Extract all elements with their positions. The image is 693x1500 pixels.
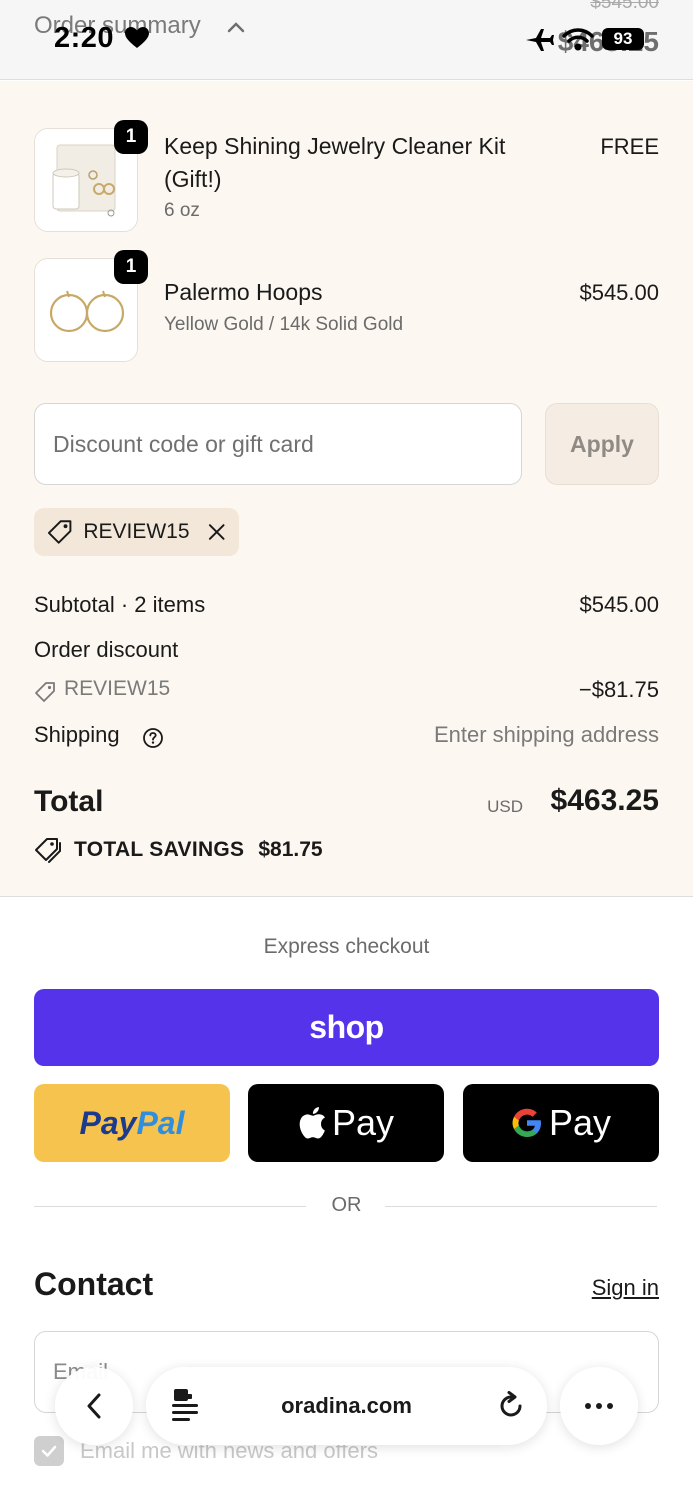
heart-icon <box>125 27 149 48</box>
subtotal-value: $545.00 <box>579 592 659 617</box>
item-name: Keep Shining Jewelry Cleaner Kit (Gift!) <box>164 133 506 192</box>
item-variant: Yellow Gold / 14k Solid Gold <box>164 314 404 335</box>
savings-value: $81.75 <box>258 838 323 861</box>
airplane-icon <box>526 29 554 51</box>
shipping-row: Shipping Enter shipping address <box>34 722 659 754</box>
tag-icon <box>47 520 72 544</box>
order-discount-row: Order discount <box>34 637 659 669</box>
total-label: Total <box>34 785 104 818</box>
contact-heading: Contact <box>34 1266 154 1302</box>
apple-pay-label: Pay <box>331 1102 395 1143</box>
tag-icon <box>35 682 55 702</box>
order-discount-label: Order discount <box>34 637 179 662</box>
item-variant: 6 oz <box>164 200 200 221</box>
express-checkout-title: Express checkout <box>263 935 430 958</box>
original-price: $545.00 <box>590 0 659 13</box>
paypal-logo-part: Pay <box>79 1104 137 1141</box>
item-name: Palermo Hoops <box>164 279 323 305</box>
browser-more-button[interactable] <box>560 1367 638 1445</box>
wifi-icon <box>562 28 594 51</box>
applied-discount-chip: REVIEW15 <box>34 508 239 556</box>
google-pay-label: Pay <box>548 1102 612 1143</box>
discount-code-name: REVIEW15 <box>64 677 171 700</box>
address-bar[interactable]: oradina.com <box>146 1367 547 1445</box>
reload-icon[interactable] <box>496 1391 526 1421</box>
or-divider: OR <box>34 1192 659 1220</box>
tags-icon <box>35 838 61 863</box>
item-price: $545.00 <box>579 280 659 305</box>
paypal-logo: PayPal <box>80 1105 185 1142</box>
battery-icon: 93 <box>602 28 644 50</box>
chevron-up-icon <box>227 22 245 33</box>
quantity-badge: 1 <box>114 120 148 154</box>
line-item: 1 Palermo Hoops Yellow Gold / 14k Solid … <box>34 250 659 368</box>
total-savings: TOTAL SAVINGS $81.75 <box>34 837 323 863</box>
sign-in-link[interactable]: Sign in <box>592 1275 659 1301</box>
help-circle-icon[interactable] <box>142 727 164 749</box>
order-summary-panel: 1 Keep Shining Jewelry Cleaner Kit (Gift… <box>0 81 693 897</box>
more-dots-icon <box>585 1403 613 1409</box>
apple-pay-button[interactable]: Pay <box>248 1084 444 1162</box>
newsletter-checkbox[interactable] <box>34 1436 64 1466</box>
total-value: $463.25 <box>550 784 659 817</box>
chevron-left-icon <box>87 1393 101 1419</box>
apple-icon <box>299 1107 325 1139</box>
line-item: 1 Keep Shining Jewelry Cleaner Kit (Gift… <box>34 120 659 238</box>
total-currency: USD <box>487 797 523 816</box>
google-g-icon <box>512 1108 541 1137</box>
quantity-badge: 1 <box>114 250 148 284</box>
shop-pay-button[interactable]: shop <box>34 989 659 1066</box>
paypal-button[interactable]: PayPal <box>34 1084 230 1162</box>
order-summary-header[interactable]: Order summary $545.00 $463.25 2:20 93 <box>0 0 693 80</box>
discount-code-input[interactable]: Discount code or gift card <box>34 403 522 485</box>
discount-code-row: REVIEW15 −$81.75 <box>34 677 659 709</box>
checkmark-icon <box>41 1445 57 1457</box>
google-pay-button[interactable]: Pay <box>463 1084 659 1162</box>
remove-discount-close-icon[interactable] <box>206 521 227 543</box>
status-time: 2:20 <box>54 22 115 54</box>
divider-line <box>385 1206 657 1207</box>
shipping-value: Enter shipping address <box>433 722 659 747</box>
shipping-label: Shipping <box>34 722 120 747</box>
item-price: FREE <box>600 134 659 159</box>
url-text: oradina.com <box>281 1393 412 1418</box>
shop-pay-logo: shop <box>309 1009 384 1045</box>
apply-button[interactable]: Apply <box>545 403 659 485</box>
discount-code-label: REVIEW15 <box>83 520 190 543</box>
paypal-logo-part: Pal <box>136 1104 185 1141</box>
discount-amount: −$81.75 <box>578 677 659 702</box>
subtotal-row: Subtotal · 2 items $545.00 <box>34 592 659 624</box>
savings-label: TOTAL SAVINGS <box>74 838 245 861</box>
browser-back-button[interactable] <box>55 1367 133 1445</box>
subtotal-label: Subtotal · 2 items <box>34 592 206 617</box>
